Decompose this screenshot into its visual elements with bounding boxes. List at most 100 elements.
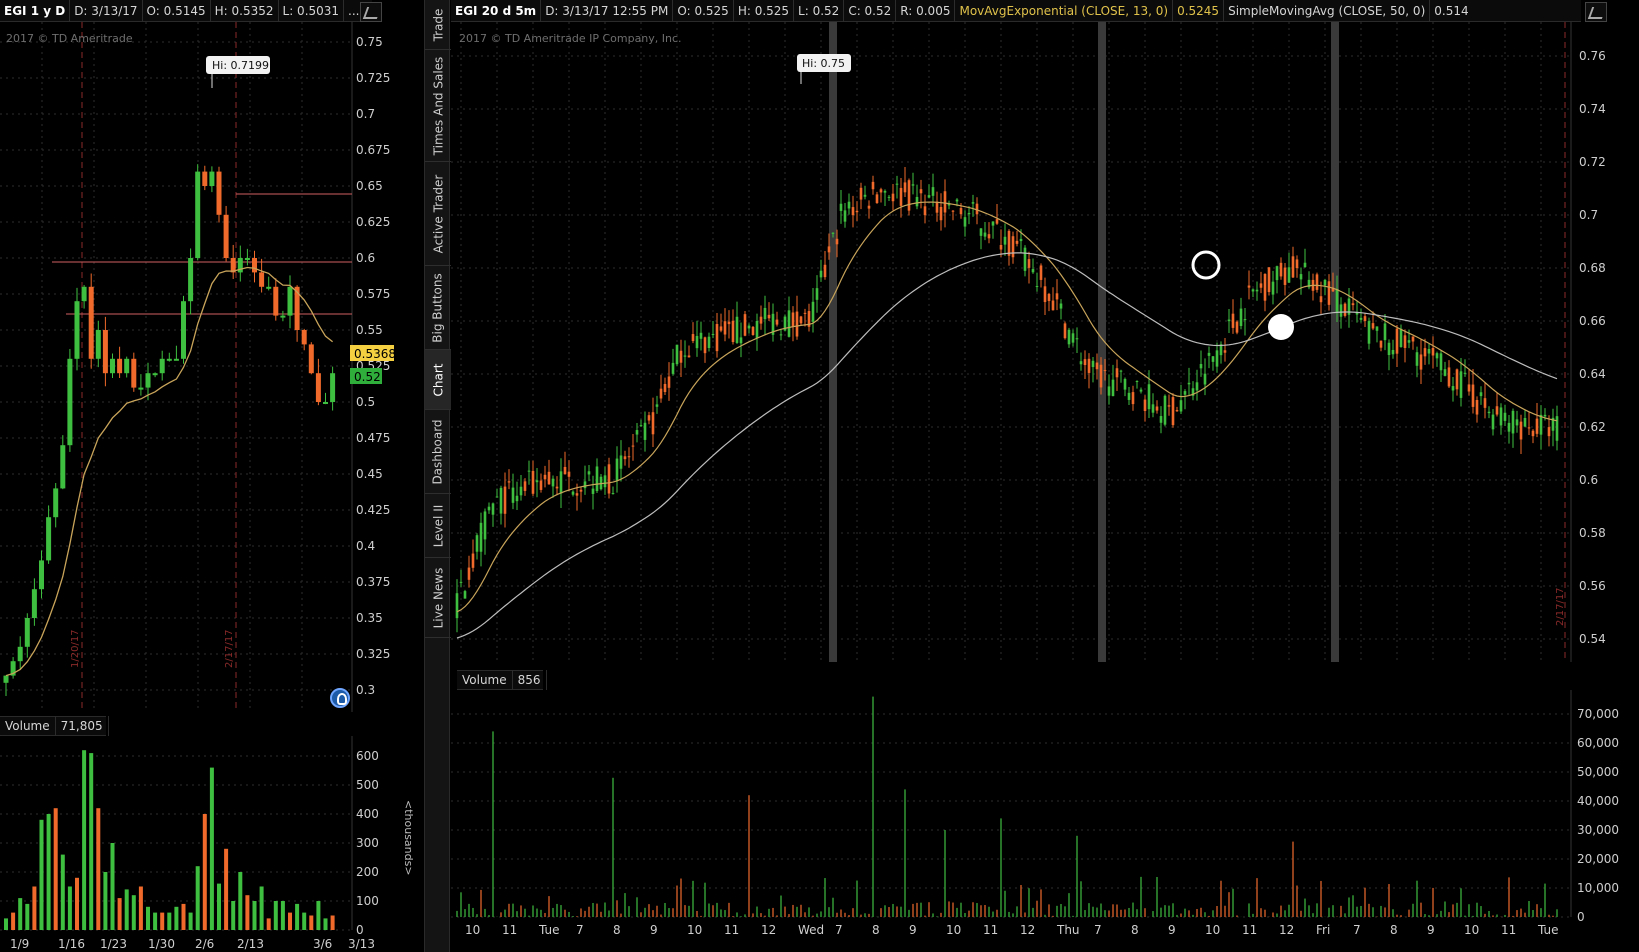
tab-trade[interactable]: Trade (425, 0, 451, 50)
intraday-candle-body (1363, 316, 1367, 322)
daily-volume-chart[interactable]: 600 500 400 300 200 100 0 1/9 1/16 1/23 1/30 2/6 2/1… (0, 736, 424, 952)
daily-volume-bar (188, 912, 193, 930)
drawing-tools-icon[interactable] (360, 2, 382, 22)
intraday-volume-bar (1288, 904, 1290, 917)
intraday-candle-body (1243, 319, 1247, 321)
highlight-circle (1268, 314, 1294, 340)
intraday-volume-bar (1080, 881, 1082, 917)
intraday-volume-value: 856 (513, 670, 547, 690)
daily-candle-body (330, 373, 336, 402)
intraday-volume-tick: 60,000 (1577, 736, 1619, 750)
daily-volume-bar (195, 866, 200, 930)
intraday-ema-line (456, 201, 1558, 613)
tab-times-and-sales[interactable]: Times And Sales (425, 50, 451, 162)
intraday-open-label: O: 0.525 (673, 0, 734, 22)
tab-chart[interactable]: Chart (425, 350, 451, 410)
intraday-x-tick: 11 (1242, 923, 1257, 937)
intraday-candle-body (1335, 289, 1339, 313)
intraday-volume-bar (1088, 903, 1090, 917)
intraday-volume-bar (1144, 908, 1146, 917)
daily-candle-body (145, 373, 151, 388)
intraday-volume-bar (1116, 904, 1118, 917)
intraday-candle-body (1543, 414, 1547, 417)
daily-volume-bar (32, 886, 37, 930)
intraday-symbol-label[interactable]: EGI 20 d 5m (451, 0, 542, 22)
intraday-candle-body (1259, 283, 1263, 288)
tab-live-news[interactable]: Live News (425, 558, 451, 638)
daily-price-tick: 0.75 (356, 35, 383, 49)
intraday-candle-body (871, 181, 875, 190)
daily-symbol-label[interactable]: EGI 1 y D (0, 0, 71, 22)
daily-price-tick: 0.675 (356, 143, 390, 157)
intraday-volume-bar (1232, 888, 1234, 917)
intraday-candle-body (1391, 349, 1395, 355)
intraday-volume-bar (952, 902, 954, 917)
daily-price-chart[interactable]: 0.75 0.725 0.7 0.675 0.65 0.625 0.6 0.575 0.55 0.… (0, 22, 424, 732)
daily-candle-body (209, 171, 215, 186)
ema-study-label[interactable]: MovAvgExponential (CLOSE, 13, 0) (955, 0, 1174, 22)
sma-study-label[interactable]: SimpleMovingAvg (CLOSE, 50, 0) (1224, 0, 1431, 22)
intraday-candle-body (1535, 418, 1539, 434)
daily-volume-bar (280, 901, 285, 930)
intraday-price-chart[interactable]: 0.76 0.74 0.72 0.7 0.68 0.66 0.64 0.62 0.6 0.58 0.… (451, 22, 1639, 668)
intraday-candle-body (1051, 300, 1055, 311)
intraday-candle-body (1367, 321, 1371, 344)
intraday-volume-bar (1112, 904, 1114, 917)
tab-dashboard[interactable]: Dashboard (425, 410, 451, 494)
intraday-candle-body (663, 383, 667, 392)
intraday-candle-body (879, 189, 883, 193)
tab-big-buttons[interactable]: Big Buttons (425, 266, 451, 350)
intraday-volume-bar (1476, 902, 1478, 917)
intraday-candle-body (1183, 391, 1187, 395)
intraday-candle-body (1111, 379, 1115, 397)
intraday-candle-body (487, 506, 491, 511)
intraday-candle-body (1419, 354, 1423, 370)
intraday-candle-body (867, 205, 871, 209)
daily-x-tick: 3/13 (348, 937, 375, 951)
intraday-candle-body (1547, 427, 1551, 437)
tab-active-trader[interactable]: Active Trader (425, 162, 451, 266)
intraday-volume-bar (1296, 885, 1298, 917)
intraday-candle-body (1531, 430, 1535, 437)
tab-level-ii[interactable]: Level II (425, 494, 451, 558)
intraday-volume-bar (1004, 890, 1006, 917)
intraday-volume-bar (772, 907, 774, 917)
intraday-candle-body (467, 567, 471, 580)
intraday-candle-body (1123, 378, 1127, 390)
daily-candle-body (195, 171, 201, 258)
intraday-candle-body (823, 264, 827, 278)
daily-candle-body (287, 286, 293, 316)
intraday-candle-body (691, 334, 695, 342)
intraday-volume-bar (804, 912, 806, 917)
daily-price-tick: 0.45 (356, 467, 383, 481)
intraday-price-tick: 0.76 (1579, 49, 1606, 63)
intraday-volume-bar (464, 909, 466, 917)
intraday-volume-bar (1332, 905, 1334, 917)
intraday-candle-body (863, 194, 867, 197)
daily-date-marker-label: 1/20/17 (70, 629, 81, 668)
intraday-candle-body (1139, 389, 1143, 392)
daily-candle-body (117, 358, 123, 374)
daily-candle-body (280, 315, 286, 318)
intraday-volume-bar (736, 912, 738, 917)
intraday-volume-bar (1084, 910, 1086, 917)
intraday-x-tick: 8 (613, 923, 621, 937)
intraday-volume-bar (1412, 903, 1414, 917)
daily-price-tick: 0.5 (356, 395, 375, 409)
intraday-volume-bar (1344, 913, 1346, 917)
intraday-volume-chart[interactable]: 70,000 60,000 50,000 40,000 30,000 20,000 10,0… (451, 690, 1639, 952)
intraday-candle-body (463, 591, 467, 599)
daily-candle-body (131, 358, 137, 388)
intraday-candle-body (927, 195, 931, 198)
daily-volume-bar (46, 814, 51, 930)
intraday-volume-bar (1040, 889, 1042, 917)
intraday-drawing-tools-icon[interactable] (1585, 2, 1607, 22)
intraday-candle-body (1371, 323, 1375, 329)
lightbulb-icon[interactable] (330, 688, 350, 708)
intraday-candle-body (679, 350, 683, 363)
intraday-candle-body (1443, 369, 1447, 376)
intraday-volume-bar (584, 910, 586, 917)
intraday-price-tick: 0.64 (1579, 367, 1606, 381)
intraday-volume-bar (1276, 913, 1278, 917)
daily-volume-bar (259, 886, 264, 930)
